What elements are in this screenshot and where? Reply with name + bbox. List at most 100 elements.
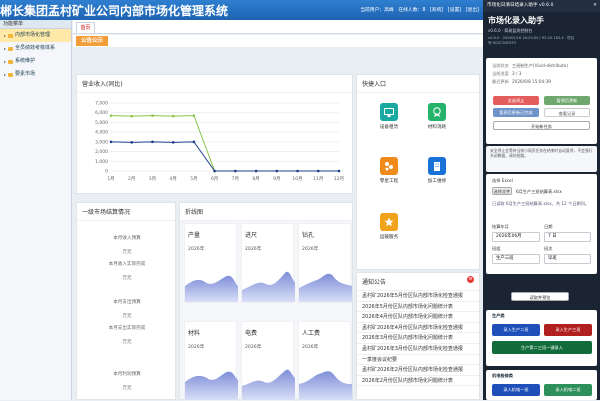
sidebar-item-factor[interactable]: ▸ 要素市场 xyxy=(0,68,71,81)
data-point[interactable] xyxy=(337,169,341,173)
enter-prod3-button[interactable]: 录入生产三班 xyxy=(544,324,592,336)
sidebar-item-maintenance[interactable]: ▸ 系统维护 xyxy=(0,55,71,68)
mini-chart-card[interactable]: 钻孔 2026年 xyxy=(298,223,352,303)
close-icon[interactable]: ✕ xyxy=(593,0,597,12)
settle-panel: 一级市场结算情况 本月收入预算 万元 本月收入实际完成 万元 本月支出预算 万元 本月… xyxy=(76,202,176,400)
chevron-right-icon: ▸ xyxy=(4,33,7,38)
notice-panel: 通知公告 ≡ 孟村矿2026年5月份区队内部市场化检查通报 2026年5月份区队内… xyxy=(356,272,480,400)
enter-prod2-button[interactable]: 录入生产二班 xyxy=(492,324,540,336)
revenue-chart: 7,000 6,000 5,000 4,000 3,000 2,000 1,000 01月 2月… xyxy=(95,101,344,183)
series-line xyxy=(110,141,339,172)
enter-mech1-button[interactable]: 录入机电一班 xyxy=(492,384,540,396)
quick-equipment-rent[interactable]: 设备租赁 xyxy=(371,103,407,130)
mini-area xyxy=(299,273,352,302)
notice-item[interactable]: 孟村矿2026年4月份区队内部市场化检查通报 xyxy=(357,323,479,334)
updated-row: 最近更新 2026/6/8 15:04:39 xyxy=(486,78,597,86)
data-point[interactable] xyxy=(296,169,299,173)
data-point[interactable] xyxy=(192,114,196,117)
mini-charts-title: 折线图 xyxy=(180,203,352,221)
assistant-head: 市场化录入助手 v0.6.0 · 简易监测控制台 v0.6.0 · 2026/5… xyxy=(483,12,600,49)
sidebar-item-label: 内部市场化管理 xyxy=(15,32,51,38)
enter-mech2-button[interactable]: 录入机电二班 xyxy=(544,384,592,396)
quick-title: 快捷入口 xyxy=(357,75,479,93)
notice-item[interactable]: 2026年3月份区队内部市场化问题统计表 xyxy=(357,333,479,344)
settle-income-actual: 本月收入实际完成 万元 xyxy=(77,261,177,281)
stat-label: 本月支出预算 xyxy=(113,300,141,305)
notice-item[interactable]: 孟村矿2026年3月份区队内部市场化检查通报 xyxy=(357,344,479,355)
settings-link[interactable]: [设置] xyxy=(448,8,461,13)
pause-done-button[interactable]: 暂停后更新已完成 xyxy=(493,108,539,117)
notice-item[interactable]: 2026年5月份区队内部市场化问题统计表 xyxy=(357,302,479,313)
revenue-panel: 营业收入(同比) 7,000 6,000 5,000 4,000 3,000 2,000 1… xyxy=(76,74,353,194)
data-point[interactable] xyxy=(109,114,113,117)
mini-chart-card[interactable]: 产量 2026年 xyxy=(184,223,238,303)
start-task-button[interactable]: 开始新任务 xyxy=(493,121,590,130)
mini-chart-name: 进尺 xyxy=(245,232,258,239)
safe-stop-button[interactable]: 全选停止 xyxy=(493,96,539,105)
notice-item[interactable]: 2026年2月份区队内部市场化问题统计表 xyxy=(357,376,479,387)
mini-area xyxy=(242,369,295,400)
hint-card: 安全停止会等待当前小网页任务在结束时自动暂停，不会强行关闭数据，请勿抢路。 xyxy=(486,146,597,172)
notice-label: 公告公示 xyxy=(76,36,108,46)
data-point[interactable] xyxy=(151,114,154,117)
more-icon[interactable]: ≡ xyxy=(467,276,474,283)
enter-prod23-button[interactable]: 生产第二三班一键录入 xyxy=(492,341,592,354)
data-point[interactable] xyxy=(171,114,175,118)
form-card: 选择 Excel 选择文件 6月生产三班结算表.xlsx 已读取 6月生产三班结… xyxy=(486,174,597,274)
data-point[interactable] xyxy=(316,169,320,173)
quick-material[interactable]: 材料消耗 xyxy=(419,103,455,130)
sidebar-item-market[interactable]: ▸ 内部市场化管理 xyxy=(0,29,71,42)
team-select[interactable]: 生产三班 xyxy=(492,254,540,264)
mini-chart-card[interactable]: 材料 2026年 xyxy=(184,321,238,401)
quick-repair[interactable]: 加工维修 xyxy=(419,157,455,184)
notice-item[interactable]: 孟村矿2026年5月份区队内部市场化检查通报 xyxy=(357,291,479,302)
data-point[interactable] xyxy=(151,140,154,144)
data-point[interactable] xyxy=(130,141,134,144)
status-card: 当前状态 三班制生产(Vivid-distribute) 当前进度 3 / 3 最近… xyxy=(486,58,597,144)
x-tick-label: 12月 xyxy=(334,176,344,182)
building-icon xyxy=(428,157,446,175)
notice-item[interactable]: 孟村矿2026年2月份区队内部市场化检查通报 xyxy=(357,365,479,376)
mini-charts-panel: 折线图 产量 2026年 进尺 2026年 钻孔 2026年材料 2026年 电费 2026年人… xyxy=(179,202,353,401)
mini-chart-card[interactable]: 进尺 2026年 xyxy=(241,223,295,303)
choose-file-button[interactable]: 选择文件 xyxy=(492,187,512,195)
sidebar-item-kpi[interactable]: ▸ 全员绩效考核体系 xyxy=(0,42,71,55)
tab-home[interactable]: 首页 xyxy=(76,22,95,33)
data-point[interactable] xyxy=(171,141,175,144)
notice-item[interactable]: 2026年4月份区队内部市场化问题统计表 xyxy=(357,312,479,323)
system-link[interactable]: [系统] xyxy=(430,8,443,13)
month-select[interactable]: 2026年06月 xyxy=(492,232,540,242)
monitor-icon xyxy=(380,103,398,121)
day-select[interactable]: 7 日 xyxy=(544,232,591,242)
quick-transport[interactable]: 运输服务 xyxy=(371,213,407,240)
mini-chart-card[interactable]: 电费 2026年 xyxy=(241,321,295,401)
data-point[interactable] xyxy=(254,169,258,173)
excel-title: 选择 Excel xyxy=(492,178,513,183)
logout-link[interactable]: [退出] xyxy=(466,8,479,13)
online-count: 在线人数：8 xyxy=(398,8,426,13)
mini-chart-card[interactable]: 人工费 2026年 xyxy=(298,321,352,401)
progress-row: 当前进度 3 / 3 xyxy=(486,70,597,78)
chevron-right-icon: ▸ xyxy=(4,59,7,64)
assistant-version: v0.6.0 · 简易监测控制台 xyxy=(488,28,533,33)
shift-select[interactable]: 早班 xyxy=(544,254,591,264)
data-point[interactable] xyxy=(275,169,279,173)
stat-value: 万元 xyxy=(122,340,132,345)
month-label: 结算年月 xyxy=(492,224,509,229)
view-log-button[interactable]: 查看记录 xyxy=(544,108,590,117)
quick-minor-works[interactable]: 零星工程 xyxy=(371,157,407,184)
data-point[interactable] xyxy=(109,140,113,144)
data-point[interactable] xyxy=(130,114,134,118)
x-tick-label: 11月 xyxy=(313,176,323,182)
stat-value: 万元 xyxy=(122,314,132,319)
data-point[interactable] xyxy=(192,140,196,144)
pause-update-button[interactable]: 暂停后更新 xyxy=(544,96,590,105)
chevron-right-icon: ▸ xyxy=(4,72,7,77)
data-point[interactable] xyxy=(213,169,216,173)
data-point[interactable] xyxy=(234,169,237,173)
stat-label: 本月收入实际完成 xyxy=(108,262,146,267)
sidebar-item-label: 全员绩效考核体系 xyxy=(15,45,56,51)
notice-item[interactable]: 一季度会议纪要 xyxy=(357,355,479,366)
read-preview-button[interactable]: 读取并预览 xyxy=(511,292,569,301)
main-area: 首页 公告公示 营业收入(同比) 7,000 6,000 5,000 4,000 3,0… xyxy=(73,20,483,401)
